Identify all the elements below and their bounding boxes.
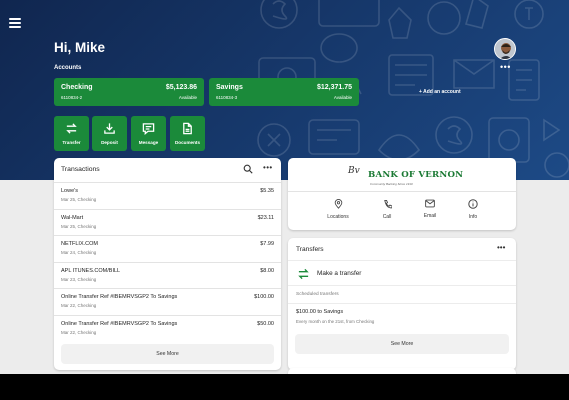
- account-card-checking[interactable]: Checking $5,123.86 6110834-2 Available: [54, 78, 204, 106]
- bank-info-card: Bv BANK OF VERNON Community Banking Sinc…: [288, 158, 516, 230]
- transfers-title: Transfers: [296, 246, 324, 253]
- message-label: Message: [138, 140, 159, 145]
- mail-icon: [425, 199, 435, 208]
- info-icon: [468, 199, 478, 209]
- account-available-label: Available: [333, 95, 352, 100]
- hero-banner: Hi, Mike Accounts ••• Checking $5,123.86…: [0, 0, 569, 180]
- account-balance: $5,123.86: [165, 84, 197, 91]
- locations-link[interactable]: Locations: [318, 199, 358, 220]
- email-link[interactable]: Email: [410, 199, 450, 219]
- documents-label: Documents: [174, 140, 200, 145]
- make-transfer-button[interactable]: Make a transfer: [288, 260, 516, 285]
- account-name: Checking: [61, 84, 93, 91]
- account-card-savings[interactable]: Savings $12,371.75 6110834-3 Available: [209, 78, 359, 106]
- transaction-row[interactable]: Online Transfer Ref #IBEMRVSGP2 To Savin…: [54, 314, 281, 342]
- account-name: Savings: [216, 84, 243, 91]
- transaction-description: Lowe's: [61, 188, 78, 194]
- transaction-amount: $5.35: [260, 188, 274, 194]
- message-icon: [142, 123, 155, 135]
- transfer-button[interactable]: Transfer: [54, 116, 89, 151]
- transaction-description: Wal-Mart: [61, 214, 84, 221]
- location-pin-icon: [334, 199, 342, 209]
- transaction-date-account: Mar 22, Checking: [61, 329, 97, 335]
- bank-name-logo: BANK OF VERNON: [368, 170, 464, 180]
- transactions-see-more-button[interactable]: See More: [61, 344, 274, 364]
- scheduled-transfer-item[interactable]: $100.00 to Savings Every month on the 21…: [288, 303, 516, 329]
- transaction-row[interactable]: Wal-Mart Mar 25, Checking $23.11: [54, 208, 281, 236]
- phone-icon: [383, 199, 392, 209]
- transaction-amount: $23.11: [257, 214, 274, 221]
- transactions-title: Transactions: [61, 166, 100, 173]
- bank-tagline: Community Banking Since 1910: [370, 182, 413, 186]
- user-avatar[interactable]: [494, 38, 516, 60]
- accounts-section-label: Accounts: [54, 65, 82, 71]
- greeting-title: Hi, Mike: [54, 40, 106, 55]
- profile-more-icon[interactable]: •••: [500, 62, 511, 72]
- message-button[interactable]: Message: [131, 116, 166, 151]
- documents-icon: [183, 122, 192, 135]
- account-available-label: Available: [178, 95, 197, 100]
- transfer-label: Transfer: [62, 140, 81, 145]
- info-link[interactable]: Info: [453, 199, 493, 220]
- deposit-icon: [104, 123, 115, 134]
- hamburger-menu-icon[interactable]: [9, 18, 21, 28]
- scheduled-transfers-header: Scheduled transfers: [288, 285, 516, 303]
- email-label: Email: [423, 213, 437, 219]
- transaction-amount: $8.00: [260, 267, 274, 274]
- transaction-description: APL ITUNES.COM/BILL: [61, 267, 121, 274]
- transaction-date-account: Mar 22, Checking: [61, 303, 97, 309]
- transactions-list: Lowe's Mar 25, Checking $5.35 Wal-Mart M…: [54, 182, 281, 342]
- account-number: 6110834-3: [216, 95, 238, 100]
- transfers-see-more-button[interactable]: See More: [295, 334, 509, 354]
- transaction-amount: $100.00: [254, 294, 274, 301]
- account-number: 6110834-2: [61, 95, 83, 100]
- bottom-black-bar: [0, 374, 569, 400]
- transaction-amount: $7.99: [260, 241, 274, 248]
- bank-logo-mark: Bv: [348, 166, 360, 176]
- transfer-icon: [66, 123, 77, 134]
- call-link[interactable]: Call: [367, 199, 407, 220]
- transfers-card: Transfers ••• Make a transfer Scheduled …: [288, 238, 516, 370]
- make-transfer-label: Make a transfer: [317, 270, 362, 277]
- transaction-date-account: Mar 24, Checking: [61, 250, 97, 256]
- scheduled-transfer-detail: Every month on the 21st, from Checking: [296, 319, 375, 324]
- deposit-label: Deposit: [101, 140, 118, 145]
- scheduled-transfers-label: Scheduled transfers: [296, 292, 339, 297]
- transaction-row[interactable]: NETFLIX.COM Mar 24, Checking $7.99: [54, 235, 281, 262]
- add-account-link[interactable]: + Add an account: [419, 89, 461, 95]
- info-label: Info: [468, 214, 478, 220]
- transaction-date-account: Mar 25, Checking: [61, 223, 97, 229]
- app-root: Hi, Mike Accounts ••• Checking $5,123.86…: [0, 0, 569, 374]
- transaction-description: Online Transfer Ref #IBEMRVSGP2 To Savin…: [61, 294, 178, 301]
- call-label: Call: [382, 214, 392, 220]
- transfers-more-icon[interactable]: •••: [497, 243, 505, 252]
- locations-label: Locations: [327, 214, 349, 220]
- documents-button[interactable]: Documents: [170, 116, 205, 151]
- transaction-description: Online Transfer Ref #IBEMRVSGP2 To Savin…: [61, 320, 178, 327]
- transaction-amount: $50.00: [257, 320, 274, 327]
- transaction-row[interactable]: APL ITUNES.COM/BILL Mar 23, Checking $8.…: [54, 261, 281, 289]
- account-balance: $12,371.75: [316, 84, 352, 91]
- transaction-description: NETFLIX.COM: [61, 241, 98, 248]
- scheduled-transfer-amount: $100.00 to Savings: [296, 309, 344, 315]
- transfer-arrows-icon: [298, 268, 309, 280]
- transactions-more-icon[interactable]: •••: [263, 163, 273, 172]
- transaction-row[interactable]: Lowe's Mar 25, Checking $5.35: [54, 182, 281, 209]
- search-icon[interactable]: [243, 164, 253, 174]
- transaction-row[interactable]: Online Transfer Ref #IBEMRVSGP2 To Savin…: [54, 288, 281, 315]
- divider: [288, 191, 516, 192]
- deposit-button[interactable]: Deposit: [92, 116, 127, 151]
- transaction-date-account: Mar 25, Checking: [61, 197, 97, 202]
- transactions-card: Transactions ••• Lowe's Mar 25, Checking…: [54, 158, 281, 370]
- transaction-date-account: Mar 23, Checking: [61, 276, 97, 282]
